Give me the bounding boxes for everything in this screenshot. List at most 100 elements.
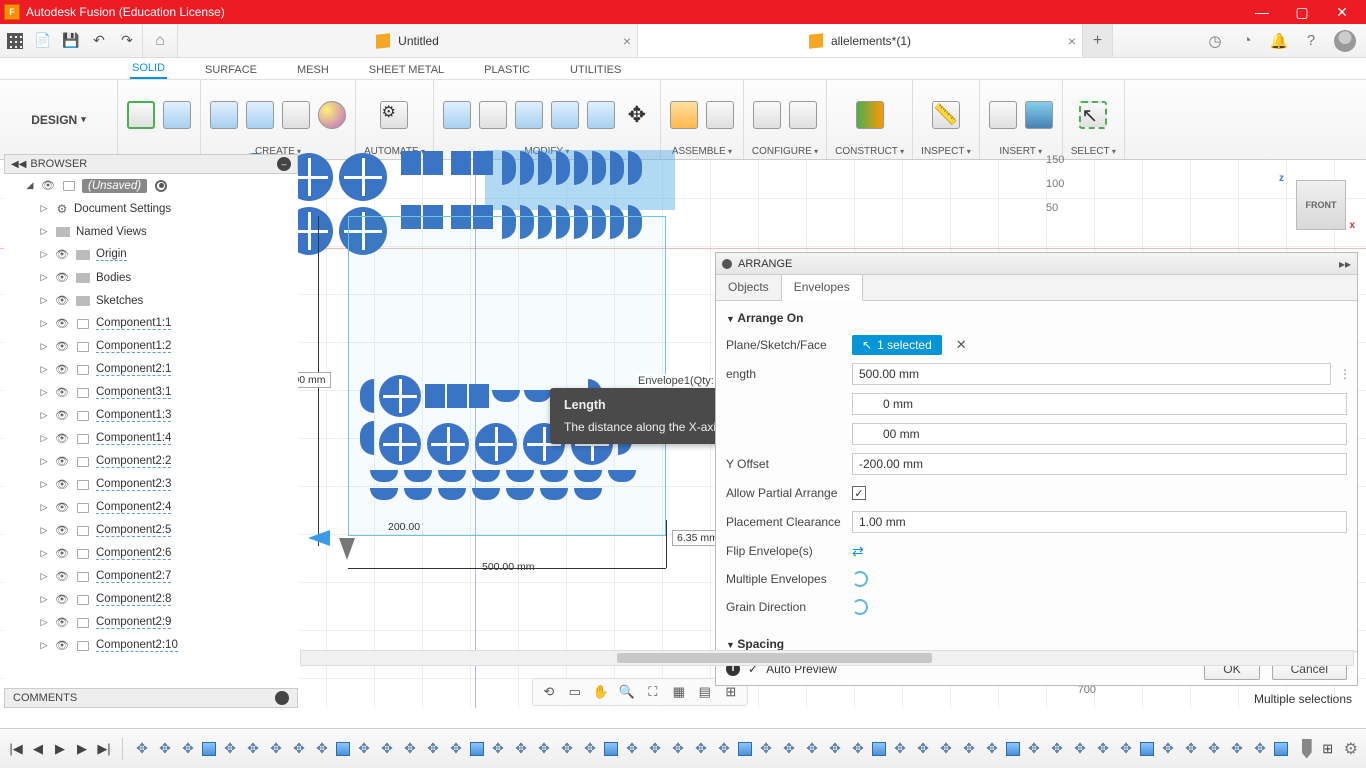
zoom-button[interactable]: 🔍: [617, 682, 637, 702]
close-tab-icon[interactable]: ×: [1068, 33, 1076, 49]
assemble-tool[interactable]: [669, 100, 699, 130]
tab-plastic[interactable]: PLASTIC: [482, 61, 532, 79]
ribbon-group-label[interactable]: CONSTRUCT: [835, 146, 904, 157]
visibility-icon[interactable]: 👁: [54, 363, 70, 377]
timeline-feature-move[interactable]: [1205, 740, 1223, 758]
section-spacing[interactable]: Spacing: [716, 631, 1357, 651]
timeline-feature-move[interactable]: [1048, 740, 1066, 758]
expand-icon[interactable]: ▷: [38, 617, 50, 628]
modify-tool[interactable]: [478, 100, 508, 130]
comments-bar[interactable]: COMMENTS: [4, 688, 298, 708]
timeline-feature-move[interactable]: [355, 740, 373, 758]
timeline-feature-move[interactable]: [512, 740, 530, 758]
timeline-feature-move[interactable]: [1182, 740, 1200, 758]
configure-tool[interactable]: [788, 100, 818, 130]
tree-component[interactable]: ▷👁Component2:9: [4, 611, 298, 634]
expand-icon[interactable]: ▷: [38, 502, 50, 513]
expand-icon[interactable]: ▷: [38, 410, 50, 421]
tab-surface[interactable]: SURFACE: [203, 61, 259, 79]
timeline-feature-move[interactable]: [715, 740, 733, 758]
timeline-feature-move[interactable]: [156, 740, 174, 758]
modify-tool[interactable]: [442, 100, 472, 130]
timeline-feature-move[interactable]: [803, 740, 821, 758]
grid-button[interactable]: ▤: [695, 682, 715, 702]
tree-component[interactable]: ▷👁Component2:10: [4, 634, 298, 657]
view-cube[interactable]: FRONT: [1296, 180, 1346, 230]
tree-component[interactable]: ▷👁Component1:2: [4, 335, 298, 358]
expand-icon[interactable]: ▷: [38, 571, 50, 582]
timeline-feature-move[interactable]: [424, 740, 442, 758]
visibility-icon[interactable]: 👁: [54, 524, 70, 538]
timeline-feature-body[interactable]: [1274, 742, 1288, 756]
visibility-icon[interactable]: 👁: [54, 317, 70, 331]
timeline-feature-body[interactable]: [738, 742, 752, 756]
timeline-end-button[interactable]: ▶|: [96, 741, 112, 757]
allow-partial-checkbox[interactable]: ✓: [852, 486, 866, 500]
automate-button[interactable]: ⚙: [379, 100, 409, 130]
visibility-icon[interactable]: 👁: [40, 179, 56, 193]
expand-icon[interactable]: ▷: [38, 364, 50, 375]
visibility-icon[interactable]: 👁: [54, 478, 70, 492]
expand-icon[interactable]: ▷: [38, 433, 50, 444]
expand-icon[interactable]: ▷: [38, 295, 50, 306]
timeline-feature-move[interactable]: [1228, 740, 1246, 758]
timeline-feature-body[interactable]: [1140, 742, 1154, 756]
workspace-switcher[interactable]: DESIGN: [0, 80, 118, 159]
timeline-feature-body[interactable]: [1006, 742, 1020, 756]
create-tool-2[interactable]: [245, 100, 275, 130]
timeline-feature-move[interactable]: [1025, 740, 1043, 758]
inspect-button[interactable]: 📏: [931, 100, 961, 130]
expand-icon[interactable]: ▷: [38, 640, 50, 651]
modify-tool[interactable]: [586, 100, 616, 130]
refresh-icon[interactable]: [852, 599, 868, 615]
timeline-feature-body[interactable]: [202, 742, 216, 756]
visibility-icon[interactable]: 👁: [54, 501, 70, 515]
activate-radio[interactable]: [155, 180, 167, 192]
expand-icon[interactable]: ▷: [38, 479, 50, 490]
timeline-start-button[interactable]: |◀: [8, 741, 24, 757]
expand-icon[interactable]: ▷: [38, 525, 50, 536]
notifications-icon[interactable]: 🔔: [1270, 32, 1288, 50]
timeline-feature-move[interactable]: [1071, 740, 1089, 758]
timeline-marker[interactable]: [1302, 739, 1312, 759]
insert-tool[interactable]: [988, 100, 1018, 130]
timeline-feature-move[interactable]: [849, 740, 867, 758]
display-button[interactable]: ▦: [669, 682, 689, 702]
tab-sheet-metal[interactable]: SHEET METAL: [367, 61, 446, 79]
timeline-feature-move[interactable]: [692, 740, 710, 758]
clear-selection-icon[interactable]: ✕: [956, 337, 967, 353]
timeline-feature-body[interactable]: [604, 742, 618, 756]
look-at-button[interactable]: ▭: [565, 682, 585, 702]
scrollbar-thumb[interactable]: [617, 653, 933, 663]
timeline-feature-move[interactable]: [623, 740, 641, 758]
tree-component[interactable]: ▷👁Component2:2: [4, 450, 298, 473]
doc-tab-untitled[interactable]: Untitled ×: [178, 24, 638, 57]
tree-component[interactable]: ▷👁Component1:3: [4, 404, 298, 427]
timeline-feature-body[interactable]: [470, 742, 484, 756]
comments-expand-icon[interactable]: [275, 691, 289, 705]
value-input[interactable]: [852, 423, 1347, 445]
modify-tool[interactable]: [550, 100, 580, 130]
ribbon-group-label[interactable]: CONFIGURE: [752, 146, 818, 157]
timeline-feature-move[interactable]: [757, 740, 775, 758]
timeline-feature-move[interactable]: [1094, 740, 1112, 758]
timeline-play-button[interactable]: ▶: [52, 741, 68, 757]
create-tool-3[interactable]: [281, 100, 311, 130]
timeline-feature-move[interactable]: [914, 740, 932, 758]
horizontal-scrollbar[interactable]: [300, 650, 1354, 666]
timeline-feature-move[interactable]: [401, 740, 419, 758]
undo-button[interactable]: ↶: [90, 32, 108, 50]
manipulator-arrow-x[interactable]: [308, 530, 330, 546]
construct-button[interactable]: [855, 100, 885, 130]
expand-panel-icon[interactable]: ▸▸: [1339, 257, 1351, 271]
tree-named-views[interactable]: ▷ Named Views: [4, 220, 298, 243]
visibility-icon[interactable]: 👁: [54, 248, 70, 262]
expand-icon[interactable]: ▷: [38, 318, 50, 329]
tree-component[interactable]: ▷👁Component2:3: [4, 473, 298, 496]
manipulator-arrow-y[interactable]: [339, 538, 355, 560]
expand-icon[interactable]: ▷: [38, 226, 50, 237]
tree-doc-settings[interactable]: ▷ ⚙ Document Settings: [4, 197, 298, 220]
tree-component[interactable]: ▷👁Component2:7: [4, 565, 298, 588]
new-tab-button[interactable]: +: [1083, 24, 1113, 57]
expand-icon[interactable]: ▷: [38, 203, 50, 214]
